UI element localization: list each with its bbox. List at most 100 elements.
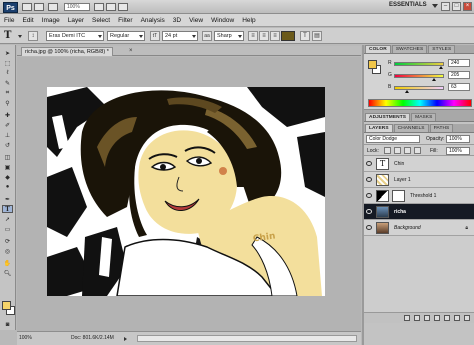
tab-masks[interactable]: MASKS: [411, 113, 437, 121]
status-zoom[interactable]: 100%: [19, 335, 32, 341]
new-layer-icon[interactable]: [454, 315, 460, 321]
close-document-icon[interactable]: ×: [129, 48, 133, 54]
menu-view[interactable]: View: [189, 17, 203, 24]
document-canvas[interactable]: Chin: [47, 87, 325, 296]
history-brush-tool-icon[interactable]: ↺: [2, 141, 13, 149]
tab-color[interactable]: COLOR: [365, 45, 391, 53]
tab-channels[interactable]: CHANNELS: [393, 124, 429, 132]
bridge-icon[interactable]: [22, 3, 32, 11]
link-layers-icon[interactable]: [404, 315, 410, 321]
layer-row-background[interactable]: Background 🔒︎: [364, 220, 474, 236]
align-left-icon[interactable]: ≡: [248, 31, 258, 41]
fill-field[interactable]: 100%: [446, 147, 470, 155]
lasso-tool-icon[interactable]: ℓ: [2, 69, 13, 77]
dodge-tool-icon[interactable]: ●: [2, 183, 13, 191]
delete-layer-icon[interactable]: [464, 315, 470, 321]
eyedropper-tool-icon[interactable]: ⚲: [2, 99, 13, 107]
hand-icon[interactable]: [48, 3, 58, 11]
green-slider-knob[interactable]: [432, 78, 436, 81]
path-selection-tool-icon[interactable]: ➚: [2, 215, 13, 223]
maximize-button[interactable]: □: [452, 2, 461, 11]
menu-3d[interactable]: 3D: [173, 17, 181, 24]
new-group-icon[interactable]: [444, 315, 450, 321]
workspace-switcher[interactable]: ESSENTIALS: [389, 2, 427, 8]
crop-tool-icon[interactable]: ⌗: [2, 89, 13, 97]
character-panel-icon[interactable]: ▤: [312, 31, 322, 41]
antialias-select[interactable]: Sharp: [214, 31, 244, 41]
layer-row-richa[interactable]: richa: [364, 204, 474, 220]
gradient-tool-icon[interactable]: ▣: [2, 163, 13, 171]
menu-filter[interactable]: Filter: [118, 17, 132, 24]
text-color-swatch[interactable]: [281, 31, 295, 41]
eye-icon[interactable]: [366, 193, 372, 198]
warp-text-icon[interactable]: T: [300, 31, 310, 41]
menu-help[interactable]: Help: [242, 17, 255, 24]
move-tool-icon[interactable]: ➤: [2, 49, 13, 57]
green-slider[interactable]: [394, 74, 444, 78]
menu-edit[interactable]: Edit: [22, 17, 33, 24]
lock-all-icon[interactable]: [414, 147, 421, 154]
quick-mask-icon[interactable]: ◙: [2, 321, 13, 329]
eye-icon[interactable]: [366, 177, 372, 182]
green-value-field[interactable]: 205: [448, 71, 470, 79]
layer-row-layer-1[interactable]: Layer 1: [364, 172, 474, 188]
red-slider-knob[interactable]: [439, 66, 443, 69]
shape-tool-icon[interactable]: ▭: [2, 225, 13, 233]
blue-value-field[interactable]: 63: [448, 83, 470, 91]
layer-style-icon[interactable]: [414, 315, 420, 321]
add-mask-icon[interactable]: [424, 315, 430, 321]
menu-image[interactable]: Image: [42, 17, 60, 24]
blue-slider-knob[interactable]: [404, 90, 409, 93]
menu-layer[interactable]: Layer: [68, 17, 84, 24]
horizontal-scrollbar[interactable]: [137, 335, 357, 342]
view-extras-icon[interactable]: [94, 3, 104, 11]
brush-tool-icon[interactable]: ✐: [2, 121, 13, 129]
quick-select-tool-icon[interactable]: ✎: [2, 79, 13, 87]
healing-brush-tool-icon[interactable]: ✚: [2, 111, 13, 119]
tab-swatches[interactable]: SWATCHES: [391, 45, 428, 53]
document-tab[interactable]: richa.jpg @ 100% (richa, RGB/8) *: [21, 47, 113, 56]
color-panel-foreground-swatch[interactable]: [368, 60, 377, 69]
mini-bridge-icon[interactable]: [34, 3, 44, 11]
close-button[interactable]: ×: [463, 2, 472, 11]
align-right-icon[interactable]: ≡: [270, 31, 280, 41]
adjustment-layer-icon[interactable]: [434, 315, 440, 321]
menu-select[interactable]: Select: [92, 17, 110, 24]
tab-layers[interactable]: LAYERS: [365, 124, 393, 132]
clone-stamp-tool-icon[interactable]: ⊥: [2, 131, 13, 139]
blur-tool-icon[interactable]: ◆: [2, 173, 13, 181]
font-style-select[interactable]: Regular: [107, 31, 145, 41]
3d-rotate-tool-icon[interactable]: ⟳: [2, 237, 13, 245]
red-slider[interactable]: [394, 62, 444, 66]
foreground-color-swatch[interactable]: [2, 301, 11, 310]
blue-slider[interactable]: [394, 86, 444, 90]
screen-mode-icon[interactable]: [118, 3, 128, 11]
color-spectrum-bar[interactable]: [368, 99, 472, 107]
eye-icon[interactable]: [366, 225, 372, 230]
status-menu-arrow-icon[interactable]: [124, 337, 127, 341]
tab-styles[interactable]: STYLES: [428, 45, 456, 53]
font-size-select[interactable]: 24 pt: [162, 31, 198, 41]
lock-position-icon[interactable]: [404, 147, 411, 154]
red-value-field[interactable]: 240: [448, 59, 470, 67]
tab-adjustments[interactable]: ADJUSTMENTS: [365, 113, 411, 121]
tool-preset-arrow-icon[interactable]: [18, 35, 22, 38]
lock-transparency-icon[interactable]: [384, 147, 391, 154]
minimize-button[interactable]: –: [441, 2, 450, 11]
hand-tool-icon[interactable]: ✋: [2, 259, 13, 267]
text-orientation-icon[interactable]: ↕: [28, 31, 38, 41]
type-tool-icon[interactable]: T: [2, 205, 13, 213]
menu-window[interactable]: Window: [211, 17, 234, 24]
3d-orbit-tool-icon[interactable]: ◎: [2, 247, 13, 255]
chevron-down-icon[interactable]: [432, 4, 438, 8]
type-tool-icon[interactable]: T: [4, 30, 11, 41]
menu-analysis[interactable]: Analysis: [141, 17, 165, 24]
arrange-documents-icon[interactable]: [106, 3, 116, 11]
marquee-tool-icon[interactable]: ⬚: [2, 59, 13, 67]
lock-image-icon[interactable]: [394, 147, 401, 154]
eraser-tool-icon[interactable]: ◫: [2, 153, 13, 161]
zoom-tool-icon[interactable]: 🔍︎: [2, 269, 13, 277]
blend-mode-select[interactable]: Color Dodge: [366, 135, 420, 143]
opacity-field[interactable]: 100%: [446, 135, 470, 143]
align-center-icon[interactable]: ≡: [259, 31, 269, 41]
